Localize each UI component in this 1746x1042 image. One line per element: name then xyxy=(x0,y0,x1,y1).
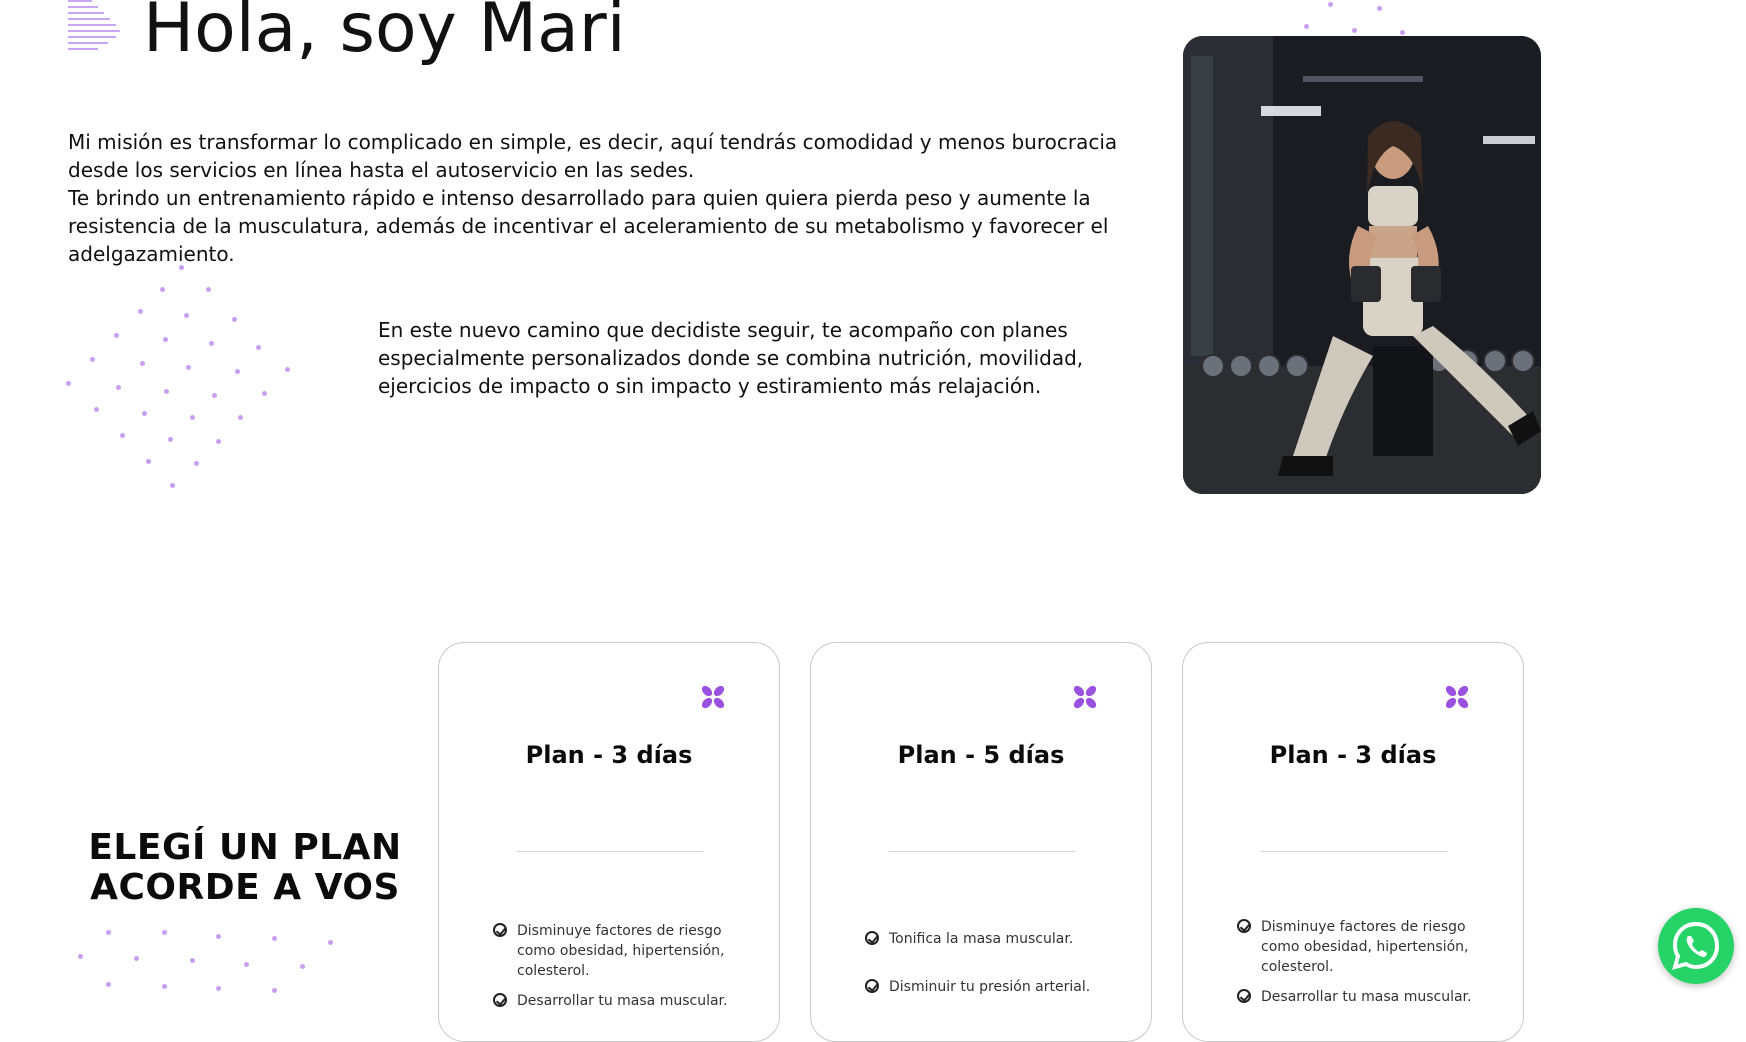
plan-feature: Disminuir tu presión arterial. xyxy=(865,977,1105,997)
whatsapp-icon xyxy=(1672,921,1720,970)
decorative-dots-bottom xyxy=(76,930,356,1004)
decorative-dots xyxy=(66,265,386,505)
decorative-lines xyxy=(68,0,120,58)
plan-feature: Disminuye factores de riesgo como obesid… xyxy=(493,921,733,981)
flower-icon xyxy=(1073,685,1097,709)
check-circle-icon xyxy=(865,979,879,993)
check-circle-icon xyxy=(493,923,507,937)
decorative-dots-top xyxy=(1300,0,1420,40)
check-circle-icon xyxy=(1237,919,1251,933)
hero-paragraph-mission: Mi misión es transformar lo complicado e… xyxy=(68,130,1118,266)
whatsapp-button[interactable] xyxy=(1658,908,1734,984)
hero-title: Hola, soy Mari xyxy=(143,0,626,68)
hero-paragraph-plans: En este nuevo camino que decidiste segui… xyxy=(378,318,1084,398)
plans-heading-line-2: ACORDE A VOS xyxy=(90,867,400,908)
plan-feature: Desarrollar tu masa muscular. xyxy=(1237,987,1477,1007)
divider xyxy=(517,851,703,852)
plan-title: Plan - 5 días xyxy=(897,741,1065,769)
divider xyxy=(1261,851,1447,852)
check-circle-icon xyxy=(493,993,507,1007)
plan-feature: Desarrollar tu masa muscular. xyxy=(493,991,733,1011)
check-circle-icon xyxy=(1237,989,1251,1003)
plan-card-1[interactable]: Plan - 3 días Disminuye factores de ries… xyxy=(438,642,780,1042)
plan-feature: Tonifica la masa muscular. xyxy=(865,929,1105,949)
plans-section-heading: ELEGÍ UN PLAN ACORDE A VOS xyxy=(60,828,430,908)
flower-icon xyxy=(1445,685,1469,709)
plans-heading-line-1: ELEGÍ UN PLAN xyxy=(88,827,402,868)
trainer-photo xyxy=(1183,36,1541,494)
plan-feature: Disminuye factores de riesgo como obesid… xyxy=(1237,917,1477,977)
plan-card-2[interactable]: Plan - 5 días Tonifica la masa muscular.… xyxy=(810,642,1152,1042)
check-circle-icon xyxy=(865,931,879,945)
plan-title: Plan - 3 días xyxy=(1269,741,1437,769)
plan-card-3[interactable]: Plan - 3 días Disminuye factores de ries… xyxy=(1182,642,1524,1042)
divider xyxy=(889,851,1075,852)
plan-title: Plan - 3 días xyxy=(525,741,693,769)
flower-icon xyxy=(701,685,725,709)
